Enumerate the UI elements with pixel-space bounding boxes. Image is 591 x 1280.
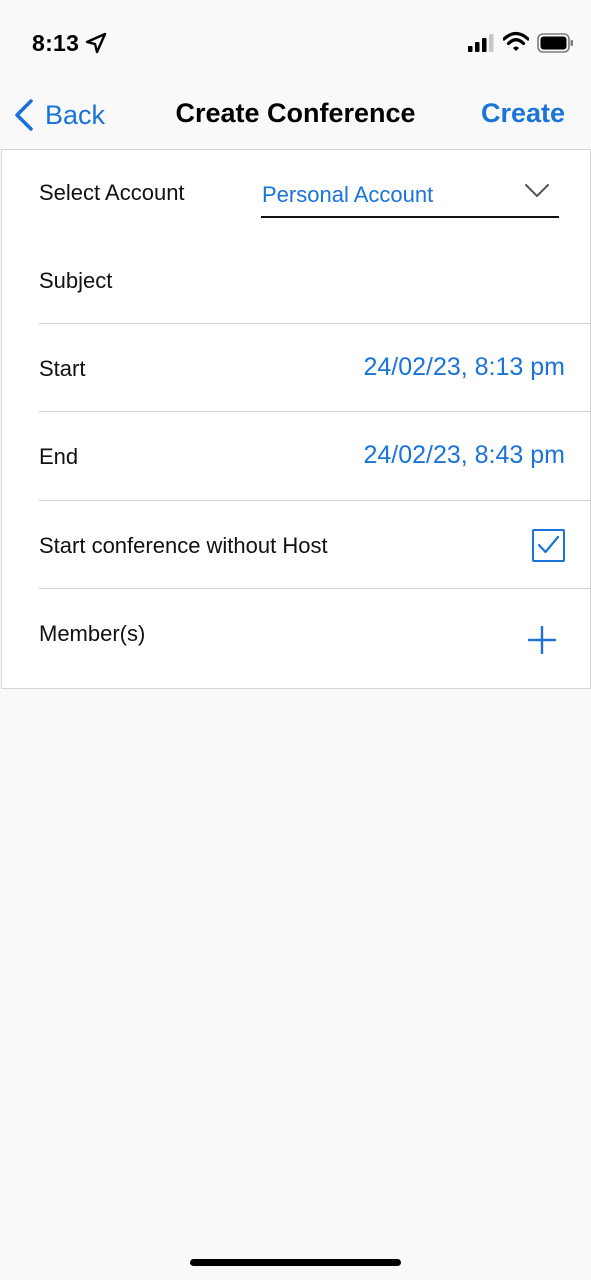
location-arrow-icon bbox=[85, 32, 107, 54]
navigation-bar: Back Create Conference Create bbox=[0, 80, 591, 148]
home-indicator bbox=[190, 1259, 401, 1266]
subject-input[interactable] bbox=[261, 258, 565, 304]
select-account-label: Select Account bbox=[39, 180, 185, 205]
status-time: 8:13 bbox=[32, 30, 80, 56]
start-datetime-value[interactable]: 24/02/23, 8:13 pm bbox=[363, 353, 565, 382]
battery-icon bbox=[537, 33, 573, 53]
back-label: Back bbox=[45, 99, 106, 130]
create-button[interactable]: Create bbox=[481, 98, 565, 129]
chevron-left-icon bbox=[15, 99, 33, 131]
account-dropdown-value: Personal Account bbox=[262, 182, 434, 207]
end-label: End bbox=[39, 444, 79, 469]
without-host-label: Start conference without Host bbox=[39, 533, 328, 558]
checkmark-icon bbox=[537, 535, 560, 554]
conference-form: Select Account Personal Account Subject … bbox=[1, 149, 591, 689]
subject-label: Subject bbox=[39, 268, 113, 293]
start-label: Start bbox=[39, 356, 86, 381]
add-member-button[interactable] bbox=[528, 626, 556, 654]
status-bar: 8:13 bbox=[0, 0, 591, 80]
without-host-checkbox[interactable] bbox=[532, 529, 565, 562]
chevron-down-icon bbox=[525, 184, 549, 197]
account-dropdown[interactable]: Personal Account bbox=[261, 176, 559, 218]
divider bbox=[39, 500, 590, 501]
members-label: Member(s) bbox=[39, 621, 146, 646]
end-datetime-value[interactable]: 24/02/23, 8:43 pm bbox=[363, 441, 565, 470]
back-button[interactable]: Back bbox=[12, 96, 105, 134]
wifi-icon bbox=[503, 31, 529, 51]
divider bbox=[39, 411, 590, 412]
divider bbox=[39, 588, 590, 589]
divider bbox=[39, 323, 590, 324]
cellular-signal-icon bbox=[468, 34, 494, 52]
